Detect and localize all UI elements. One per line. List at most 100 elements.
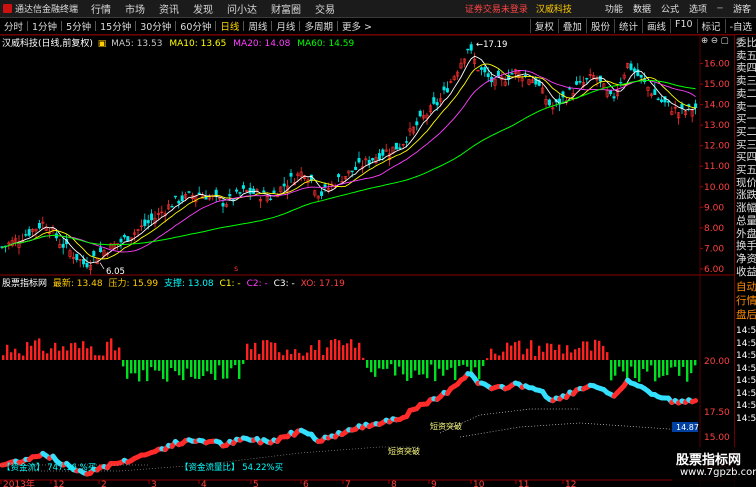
- tab-30min[interactable]: 30分钟: [136, 19, 175, 33]
- menu-hangqing[interactable]: 行情: [84, 1, 118, 16]
- candle-body: [486, 73, 490, 78]
- indicator-bar: [546, 343, 549, 360]
- candle-body: [173, 195, 177, 198]
- app-icon: [3, 4, 12, 13]
- indicator-bar: [434, 360, 437, 382]
- price-tick-label: 12.00: [704, 142, 730, 152]
- tab-monthly[interactable]: 月线: [272, 19, 299, 33]
- ma60-label: MA60: 14.59: [297, 39, 355, 49]
- indicator-bar: [46, 353, 49, 360]
- indicator-bar: [162, 360, 165, 380]
- tab-multi-period[interactable]: 多周期: [300, 19, 337, 33]
- indicator-bar: [430, 360, 433, 365]
- draw-button[interactable]: 画线: [641, 19, 670, 33]
- indicator-bar: [522, 354, 525, 360]
- overlay-button[interactable]: 叠加: [557, 19, 586, 33]
- indicator-bar: [254, 342, 257, 360]
- indicator-bar: [142, 360, 145, 371]
- mark-button[interactable]: 标记: [696, 19, 725, 33]
- indicator-bar: [498, 355, 501, 360]
- candle-body: [578, 81, 582, 83]
- indicator-bar: [414, 360, 417, 371]
- menu-shichang[interactable]: 市场: [118, 1, 152, 16]
- tab-fenshi[interactable]: 分时: [0, 19, 27, 33]
- tab-15min[interactable]: 15分钟: [96, 19, 135, 33]
- indicator-bar: [130, 360, 133, 374]
- tab-weekly[interactable]: 周线: [244, 19, 271, 33]
- candle-body: [432, 97, 436, 104]
- indicator-bar: [374, 360, 377, 377]
- indicator-bar: [474, 360, 477, 368]
- candle-body: [122, 234, 126, 238]
- shares-button[interactable]: 股份: [585, 19, 614, 33]
- candle-body: [235, 189, 239, 192]
- indicator-bar: [54, 342, 57, 360]
- side-panel-item[interactable]: 行情: [736, 295, 756, 307]
- menu-jiaoyi[interactable]: 交易: [308, 1, 342, 16]
- add-watchlist-button[interactable]: -自选: [724, 19, 756, 33]
- indicator-bar: [590, 350, 593, 360]
- menu-gongshi[interactable]: 公式: [656, 2, 684, 15]
- indicator-bar: [106, 341, 109, 360]
- menu-zixun[interactable]: 资讯: [152, 1, 186, 16]
- side-panel-item: 14:50: [736, 338, 756, 349]
- indicator-bar: [662, 360, 665, 376]
- date-tick-label: 3: [151, 480, 157, 487]
- menu-faxian[interactable]: 发现: [186, 1, 220, 16]
- candle-body: [418, 110, 422, 117]
- quote-side-panel: 委比 卖五 卖四 卖三 卖二 卖一 买一 买二 买三 买四 买五 现价 涨跌 涨幅 总量 外盘 换手 净资 收益 自动…: [734, 35, 756, 487]
- candle-body: [442, 86, 446, 91]
- indicator-bar: [82, 341, 85, 360]
- fuquan-button[interactable]: 复权: [529, 19, 558, 33]
- indicator-bar: [270, 342, 273, 360]
- candle-body: [547, 99, 551, 106]
- tab-1min[interactable]: 1分钟: [28, 19, 61, 33]
- tab-60min[interactable]: 60分钟: [176, 19, 215, 33]
- candle-body: [398, 147, 402, 149]
- side-panel-item: 14:50: [736, 326, 756, 336]
- side-panel-item[interactable]: 盘后: [736, 309, 756, 321]
- indicator-bar: [638, 360, 641, 382]
- kline-chart[interactable]: 16.00 15.00 14.00 13.00 12.00 11.00 10.00 9.00 8…: [0, 35, 734, 487]
- indicator-bar: [150, 360, 153, 368]
- tab-more[interactable]: 更多 >: [338, 19, 376, 33]
- indicator-bar: [294, 349, 297, 360]
- date-tick-label: 12: [565, 480, 576, 487]
- tab-5min[interactable]: 5分钟: [62, 19, 95, 33]
- chart-zoom-controls[interactable]: ⊕ ⊖ ▢: [701, 36, 729, 46]
- low-pointer: [99, 262, 105, 270]
- side-panel-item[interactable]: 自动: [736, 281, 756, 293]
- f10-button[interactable]: F10: [669, 19, 697, 33]
- candle-body: [275, 195, 279, 198]
- menu-wenxiaoda[interactable]: 问小达: [220, 1, 264, 16]
- ribbon-segment: [689, 398, 699, 405]
- indicator-bar: [318, 340, 321, 360]
- indicator-bar: [534, 355, 537, 360]
- side-panel-item: 总量: [736, 214, 756, 227]
- guest-label[interactable]: 游客: [728, 2, 756, 15]
- indicator-bar: [186, 360, 189, 369]
- indicator-bar: [114, 350, 117, 360]
- side-panel-item: 涨跌: [736, 189, 756, 202]
- login-warning[interactable]: 证券交易未登录: [465, 2, 528, 15]
- menu-caifuquan[interactable]: 财富圈: [264, 1, 308, 16]
- indicator-bar: [258, 353, 261, 360]
- menu-xuanxiang[interactable]: 选项: [684, 2, 712, 15]
- side-panel-item: 14:50: [736, 363, 756, 374]
- indicator-bar: [574, 349, 577, 360]
- price-tick-label: 8.00: [704, 224, 724, 234]
- stock-name: 汉威科技: [535, 5, 572, 15]
- menu-shuju[interactable]: 数据: [628, 2, 656, 15]
- indicator-bar: [50, 348, 53, 360]
- indicator-tick-label: 17.50: [704, 408, 730, 418]
- menu-gongneng[interactable]: 功能: [600, 2, 628, 15]
- indicator-c3: C3: -: [273, 279, 295, 289]
- tab-daily[interactable]: 日线: [216, 19, 243, 33]
- minimize-icon[interactable]: ─: [714, 3, 726, 15]
- side-panel-item: 14:50: [736, 401, 756, 411]
- indicator-bar: [458, 360, 461, 367]
- indicator-bar: [290, 353, 293, 360]
- price-tick-label: 16.00: [704, 60, 730, 70]
- stats-button[interactable]: 统计: [613, 19, 642, 33]
- indicator-bar: [618, 360, 621, 367]
